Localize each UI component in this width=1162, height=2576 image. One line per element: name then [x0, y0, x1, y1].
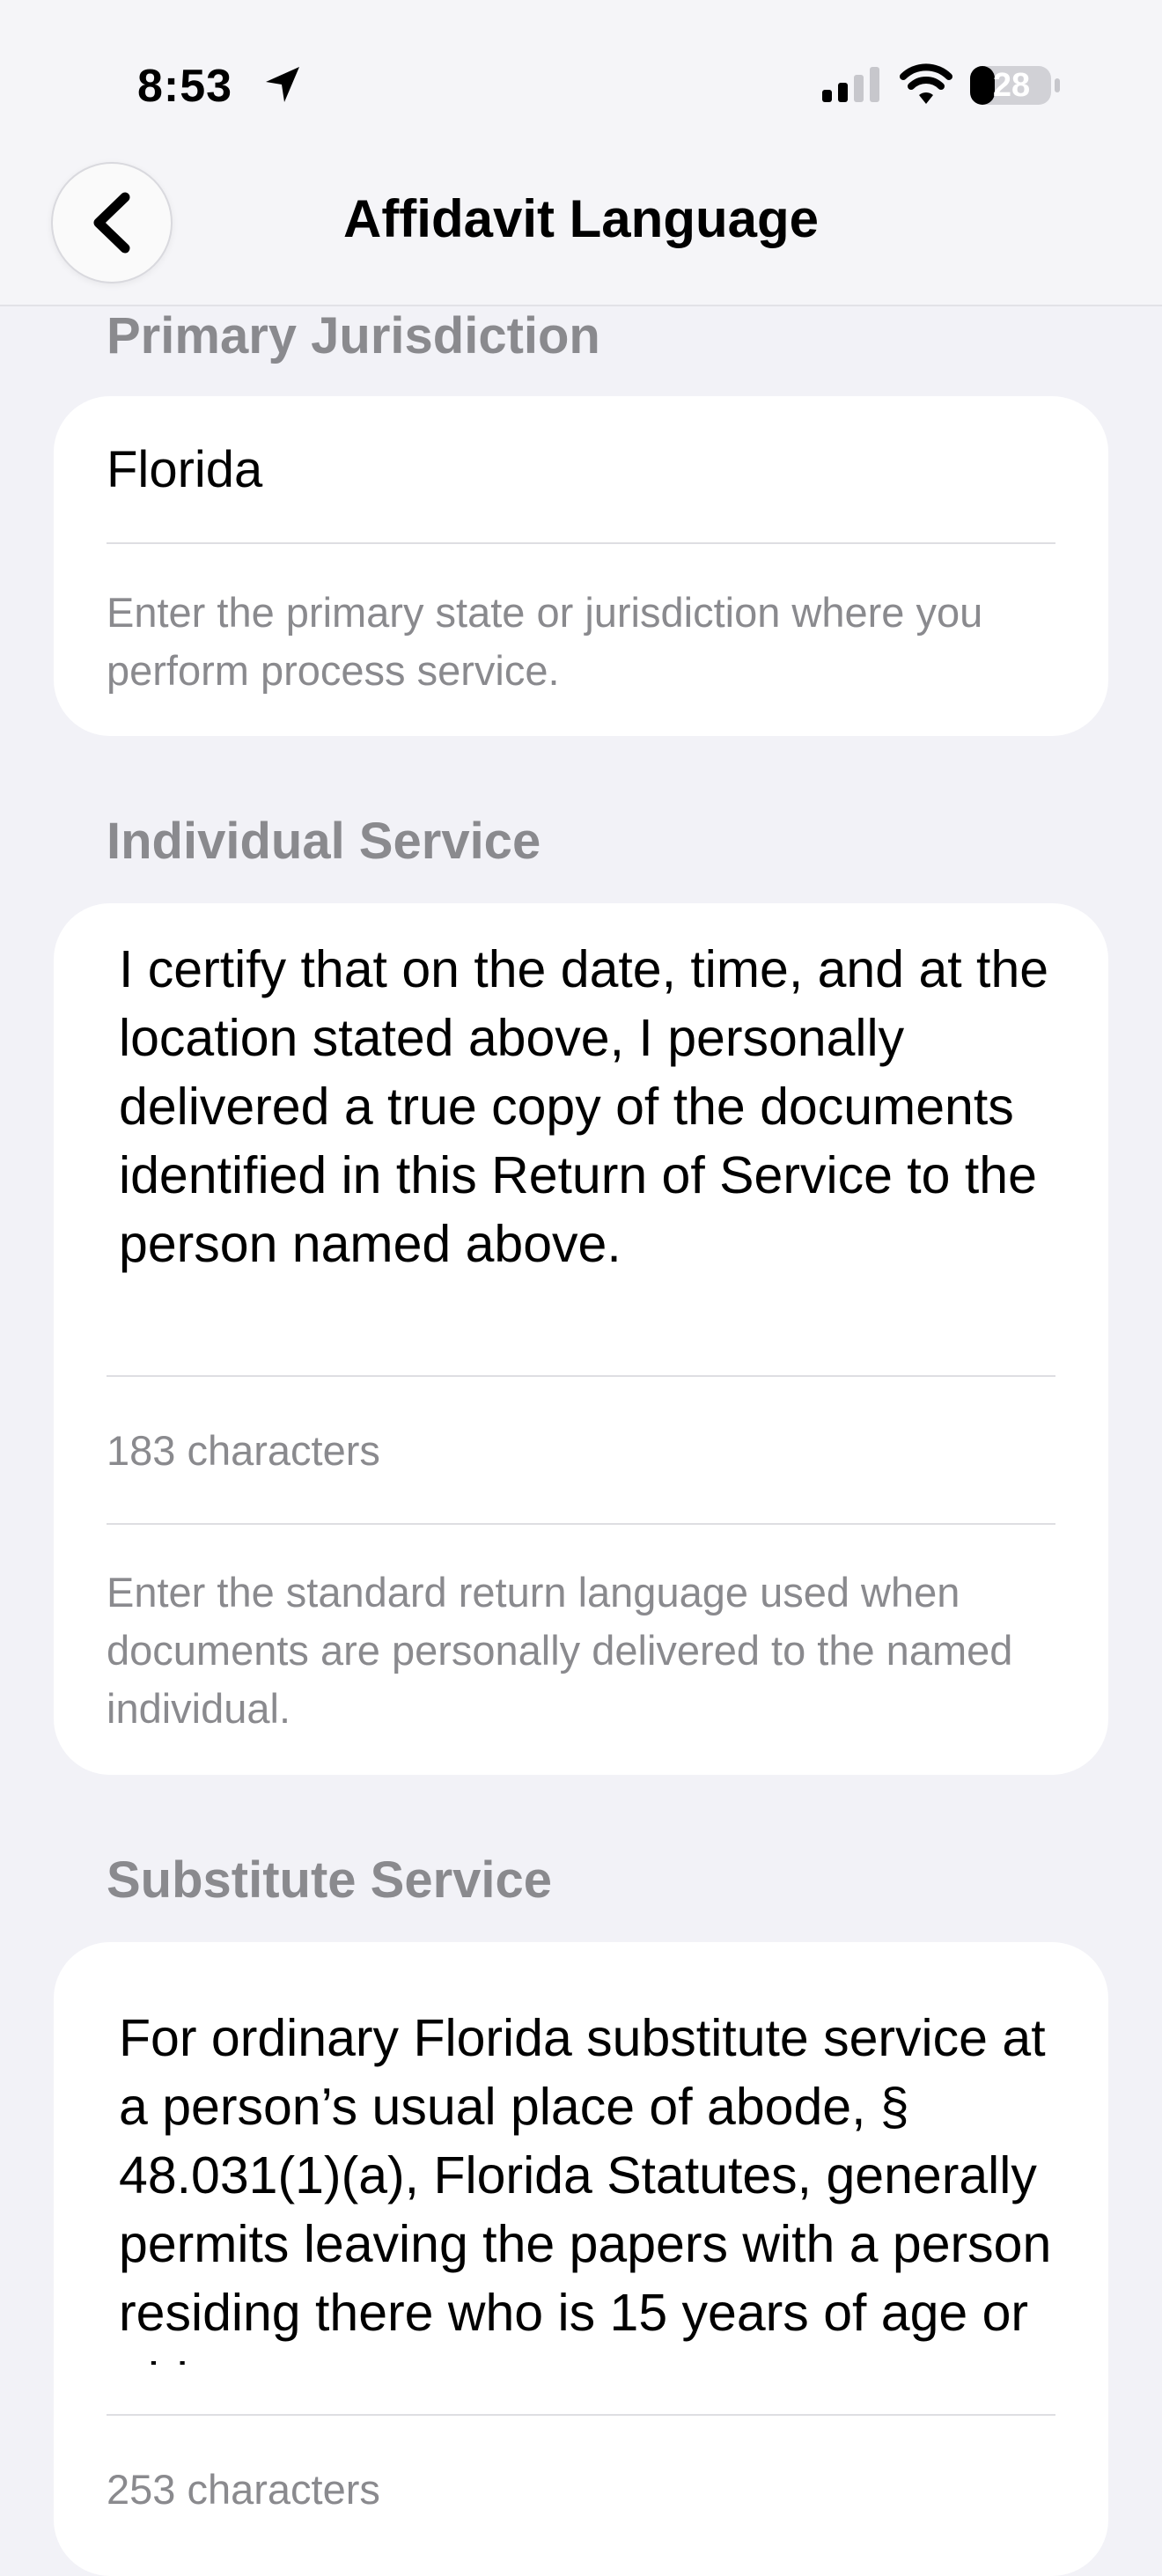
individual-service-card: I certify that on the date, time, and at… [54, 903, 1108, 1775]
divider [107, 1375, 1055, 1377]
section-header-primary-jurisdiction: Primary Jurisdiction [107, 307, 600, 364]
wifi-icon [900, 63, 952, 104]
jurisdiction-input[interactable]: Florida [107, 440, 262, 499]
primary-jurisdiction-card: Florida Enter the primary state or juris… [54, 396, 1108, 736]
divider [107, 1523, 1055, 1525]
divider [107, 542, 1055, 544]
divider [107, 2414, 1055, 2416]
battery-percentage: 28 [992, 67, 1031, 104]
cellular-signal-icon [822, 67, 879, 102]
substitute-service-textarea[interactable]: For ordinary Florida substitute service … [119, 2004, 1070, 2365]
status-time: 8:53 [137, 61, 233, 112]
character-count: 183 characters [107, 1427, 380, 1474]
section-header-individual-service: Individual Service [107, 813, 541, 870]
individual-service-hint: Enter the standard return language used … [107, 1569, 1013, 1732]
substitute-service-card: For ordinary Florida substitute service … [54, 1942, 1108, 2576]
nav-header: 8:53 28 Affidavit Language [0, 0, 1162, 306]
individual-service-textarea[interactable]: I certify that on the date, time, and at… [119, 935, 1070, 1347]
section-header-substitute-service: Substitute Service [107, 1851, 553, 1909]
location-arrow-icon [266, 67, 299, 102]
page-title: Affidavit Language [342, 189, 820, 248]
jurisdiction-hint: Enter the primary state or jurisdiction … [107, 589, 983, 694]
character-count: 253 characters [107, 2466, 380, 2513]
